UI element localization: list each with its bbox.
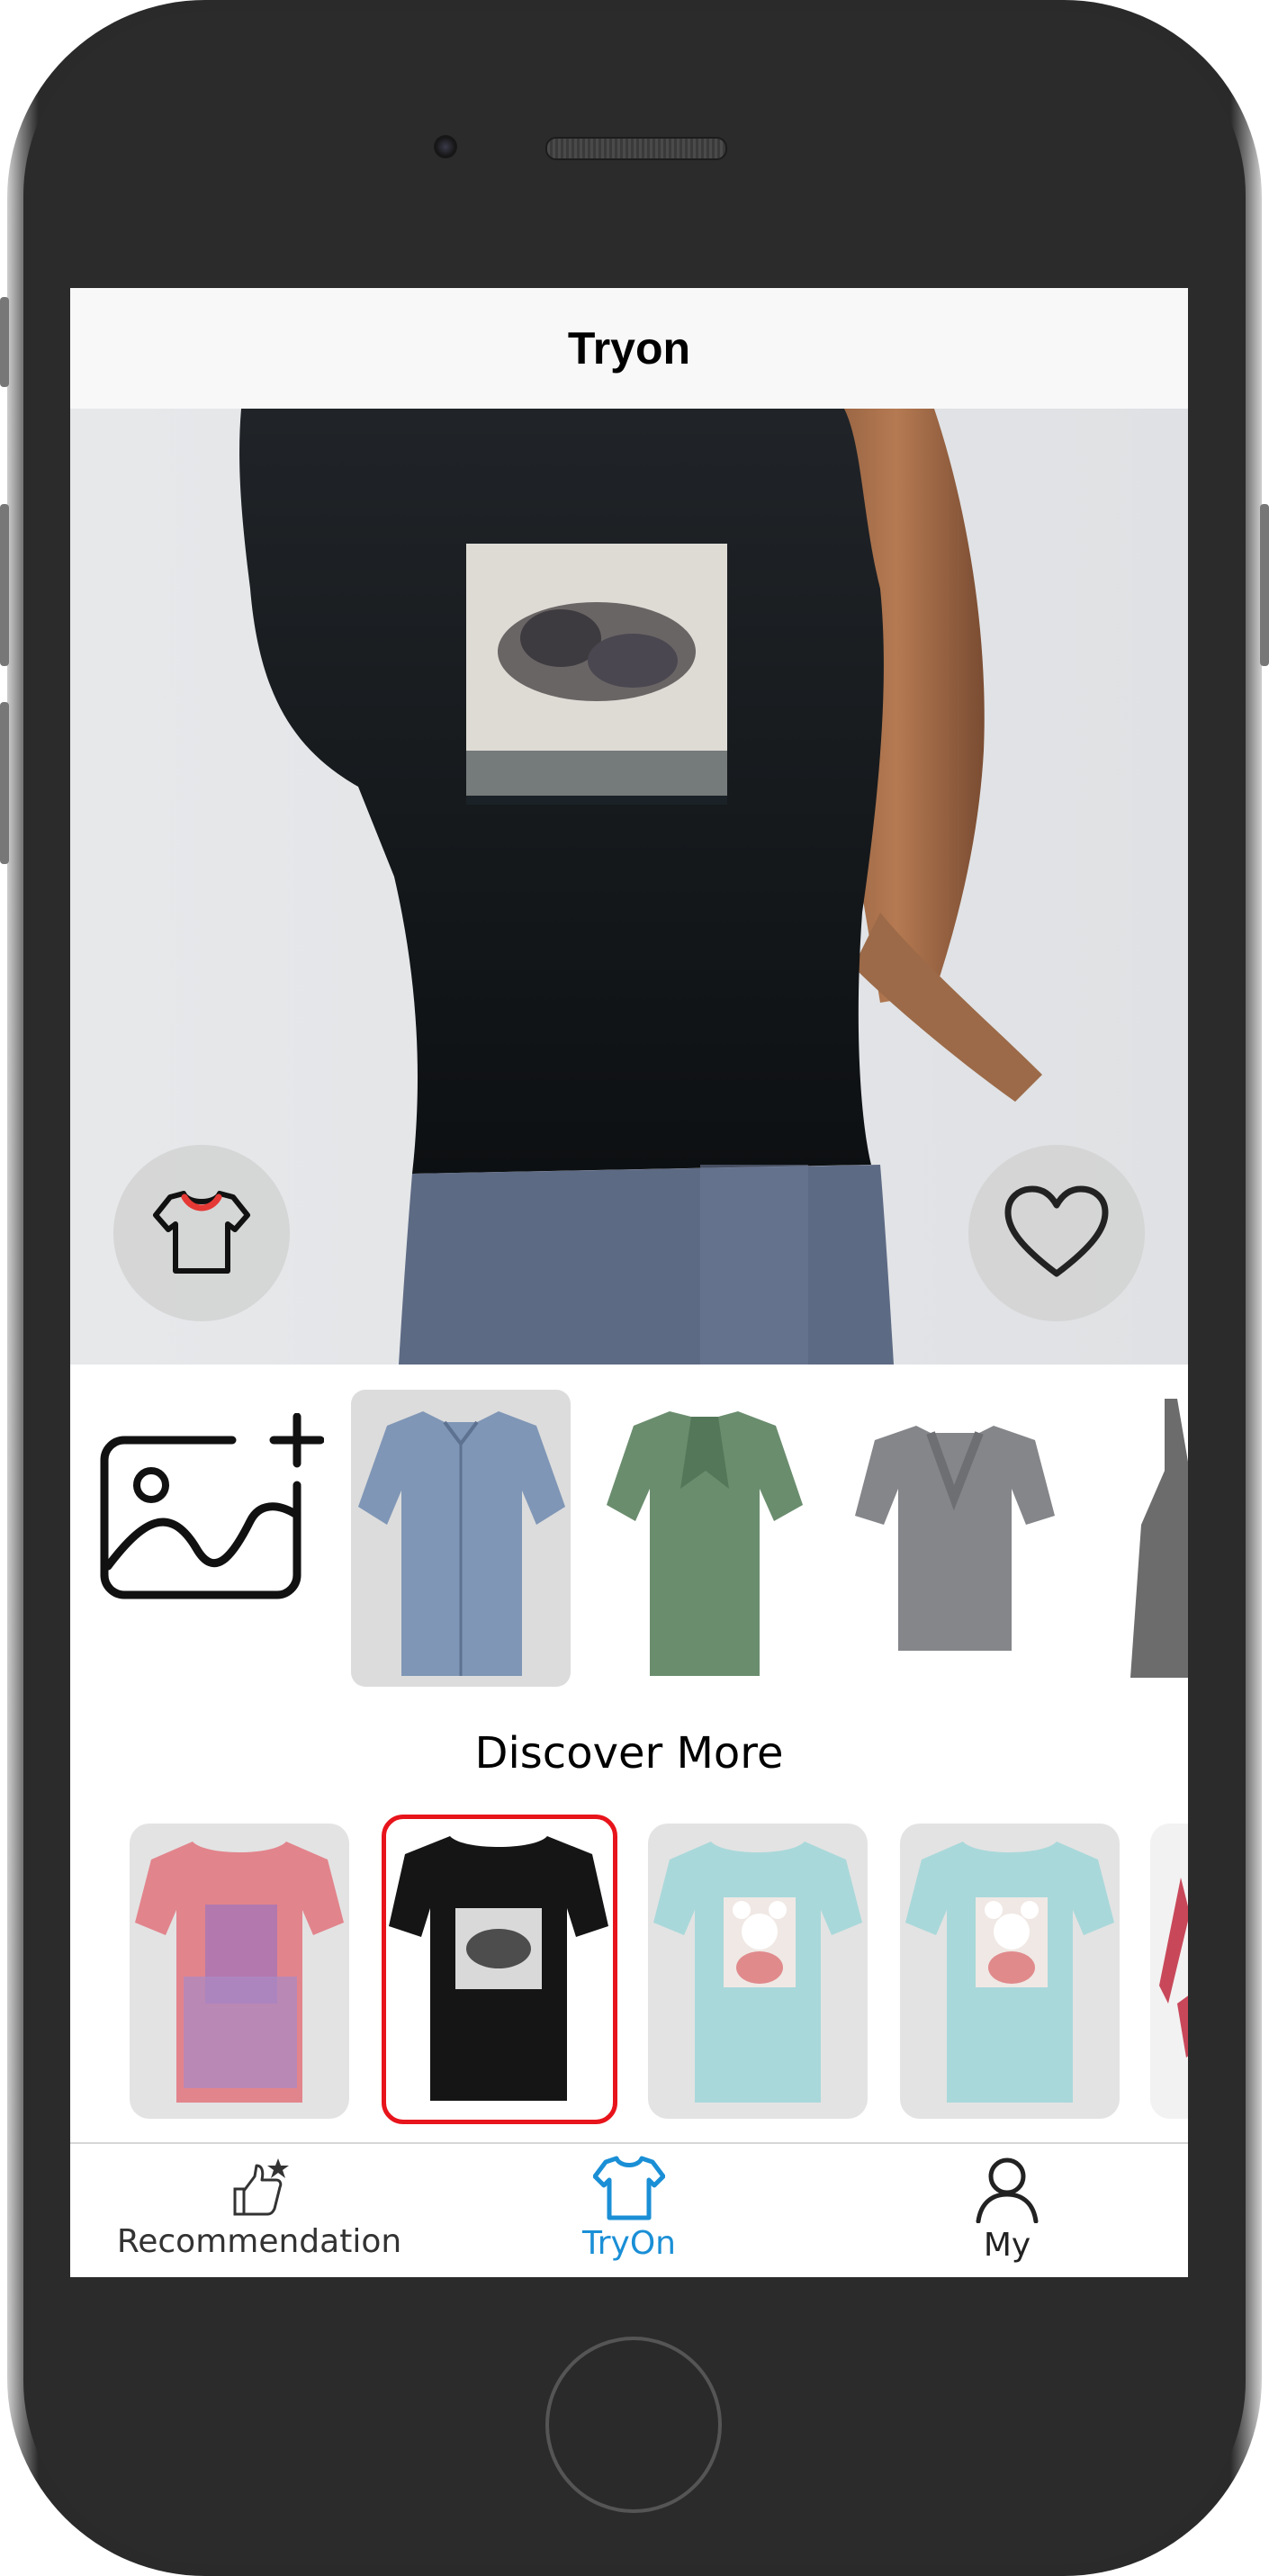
- discover-item[interactable]: [648, 1824, 868, 2119]
- power-button: [1260, 504, 1269, 666]
- wardrobe-item[interactable]: [351, 1390, 571, 1687]
- front-camera: [434, 135, 457, 158]
- green-shirt-image: [607, 1411, 803, 1676]
- selection-highlight: [382, 1815, 617, 2124]
- mint-tee-image: [905, 1842, 1114, 2103]
- discover-item[interactable]: [1150, 1824, 1188, 2119]
- tab-bar: Recommendation TryOn My: [70, 2142, 1188, 2277]
- wardrobe-row: [70, 1390, 1188, 1692]
- discover-item[interactable]: [130, 1824, 349, 2119]
- wardrobe-item[interactable]: [1087, 1390, 1188, 1687]
- tab-recommendation[interactable]: Recommendation: [106, 2144, 412, 2277]
- volume-down-button: [0, 702, 9, 864]
- favorite-button[interactable]: [968, 1145, 1145, 1321]
- mute-switch: [0, 297, 9, 387]
- tshirt-icon: [153, 1191, 250, 1274]
- tab-tryon[interactable]: TryOn: [502, 2144, 756, 2277]
- blue-shirt-image: [358, 1411, 565, 1676]
- volume-up-button: [0, 504, 9, 666]
- tab-my[interactable]: My: [925, 2144, 1089, 2277]
- thumbs-up-icon: [233, 2158, 289, 2216]
- earpiece-speaker: [545, 137, 727, 160]
- wardrobe-item[interactable]: [844, 1390, 1064, 1687]
- page-title: Tryon: [567, 323, 691, 374]
- tshirt-icon: [593, 2156, 665, 2220]
- tab-label: Recommendation: [116, 2223, 402, 2260]
- gray-dress-image: [1130, 1399, 1188, 1678]
- discover-item[interactable]: [900, 1824, 1120, 2119]
- tab-label: My: [983, 2227, 1031, 2264]
- tab-label: TryOn: [582, 2225, 676, 2262]
- wardrobe-item[interactable]: [594, 1390, 814, 1687]
- tryon-preview: [70, 409, 1188, 1365]
- home-button[interactable]: [545, 2337, 722, 2513]
- pink-tee-image: [135, 1842, 344, 2103]
- red-item-image: [1159, 1878, 1188, 2058]
- outfit-button[interactable]: [113, 1145, 290, 1321]
- section-title: Discover More: [474, 1728, 784, 1779]
- app-screen: Tryon Discover More Recommendation TryOn…: [70, 288, 1188, 2277]
- user-icon: [976, 2157, 1039, 2223]
- heart-icon: [1004, 1185, 1109, 1277]
- mint-tee-image: [653, 1842, 862, 2103]
- gray-ruffle-tee-image: [855, 1426, 1055, 1651]
- header: Tryon: [70, 288, 1188, 409]
